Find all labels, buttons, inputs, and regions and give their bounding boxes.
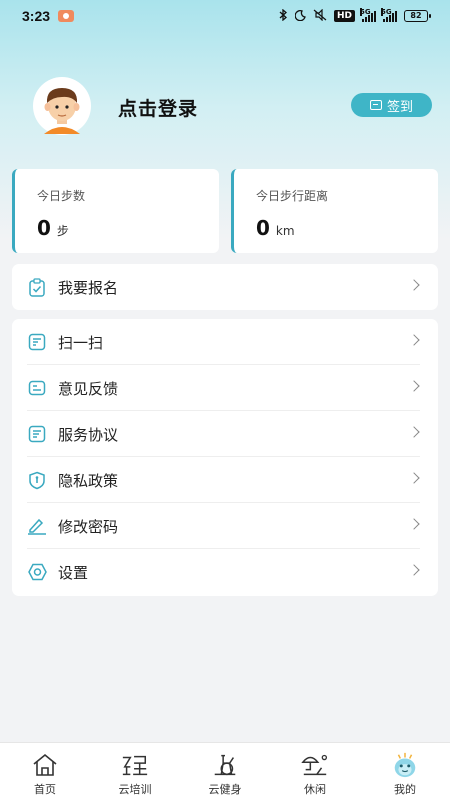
signal-icon: 5G xyxy=(381,7,397,22)
training-icon xyxy=(121,752,149,778)
bluetooth-icon xyxy=(279,8,288,23)
status-bar: 3:23 HD 5G 5G 82 xyxy=(0,0,450,32)
chevron-right-icon xyxy=(408,426,420,438)
chevron-right-icon xyxy=(408,279,420,291)
tab-home[interactable]: 首页 xyxy=(0,743,90,800)
tab-label: 我的 xyxy=(394,783,416,796)
chevron-right-icon xyxy=(408,334,420,346)
signup-card: 我要报名 xyxy=(12,264,438,310)
note-icon xyxy=(27,332,47,352)
menu-item-settings[interactable]: 设置 xyxy=(12,549,438,595)
distance-card: 今日步行距离 0 km xyxy=(231,169,438,253)
menu-item-signup[interactable]: 我要报名 xyxy=(12,264,438,310)
signin-button[interactable]: 签到 xyxy=(351,93,432,117)
menu-item-label: 意见反馈 xyxy=(58,379,119,398)
app-notification-icon xyxy=(58,10,75,22)
signal-icon: 5G xyxy=(360,7,376,22)
gear-icon xyxy=(27,562,47,582)
distance-unit: km xyxy=(275,224,295,238)
menu-item-label: 设置 xyxy=(58,563,89,582)
menu-item-label: 扫一扫 xyxy=(58,333,104,352)
home-icon xyxy=(31,752,59,778)
menu-item-change-password[interactable]: 修改密码 xyxy=(12,503,438,549)
calendar-icon xyxy=(369,100,382,110)
menu-item-feedback[interactable]: 意见反馈 xyxy=(12,365,438,411)
clipboard-check-icon xyxy=(27,277,47,297)
tab-label: 休闲 xyxy=(304,783,326,796)
menu-item-label: 修改密码 xyxy=(58,517,119,536)
status-time: 3:23 xyxy=(22,8,51,24)
tab-label: 首页 xyxy=(34,783,56,796)
menu-item-privacy[interactable]: 隐私政策 xyxy=(12,457,438,503)
chevron-right-icon xyxy=(408,564,420,576)
bike-icon xyxy=(211,752,239,778)
hd-badge: HD xyxy=(333,10,355,22)
steps-card: 今日步数 0 步 xyxy=(12,169,219,253)
menu-item-label: 服务协议 xyxy=(58,425,119,444)
chevron-right-icon xyxy=(408,518,420,530)
menu-item-agreement[interactable]: 服务协议 xyxy=(12,411,438,457)
status-indicators: HD 5G 5G 82 xyxy=(279,7,431,23)
chevron-right-icon xyxy=(408,472,420,484)
battery-icon: 82 xyxy=(404,10,431,22)
tab-label: 云培训 xyxy=(118,783,152,796)
tab-label: 云健身 xyxy=(208,783,242,796)
feedback-icon xyxy=(27,378,47,398)
leisure-icon xyxy=(301,752,329,778)
agreement-icon xyxy=(27,424,47,444)
menu-item-label: 隐私政策 xyxy=(58,471,119,490)
tab-fitness[interactable]: 云健身 xyxy=(180,743,270,800)
bottom-tab-bar: 首页 云培训 云健身 休闲 我的 xyxy=(0,742,450,800)
steps-label: 今日步数 xyxy=(37,189,86,203)
mascot-icon xyxy=(391,752,419,778)
avatar[interactable] xyxy=(26,77,98,136)
settings-menu: 扫一扫 意见反馈 服务协议 隐私政策 修改密码 设置 xyxy=(12,319,438,596)
distance-label: 今日步行距离 xyxy=(256,189,329,203)
pencil-icon xyxy=(27,516,47,536)
distance-value: 0 xyxy=(256,216,270,240)
menu-item-scan[interactable]: 扫一扫 xyxy=(12,319,438,365)
menu-item-label: 我要报名 xyxy=(58,278,119,297)
mute-icon xyxy=(313,8,327,23)
tab-training[interactable]: 云培训 xyxy=(90,743,180,800)
chevron-right-icon xyxy=(408,380,420,392)
network-label: 5G xyxy=(360,7,371,16)
steps-value: 0 xyxy=(37,216,51,240)
tab-mine[interactable]: 我的 xyxy=(360,743,450,800)
shield-icon xyxy=(27,470,47,490)
steps-unit: 步 xyxy=(56,224,69,238)
signin-button-label: 签到 xyxy=(386,99,413,115)
login-label[interactable]: 点击登录 xyxy=(118,94,198,121)
network-label: 5G xyxy=(381,7,392,16)
moon-icon xyxy=(294,9,306,23)
tab-leisure[interactable]: 休闲 xyxy=(270,743,360,800)
